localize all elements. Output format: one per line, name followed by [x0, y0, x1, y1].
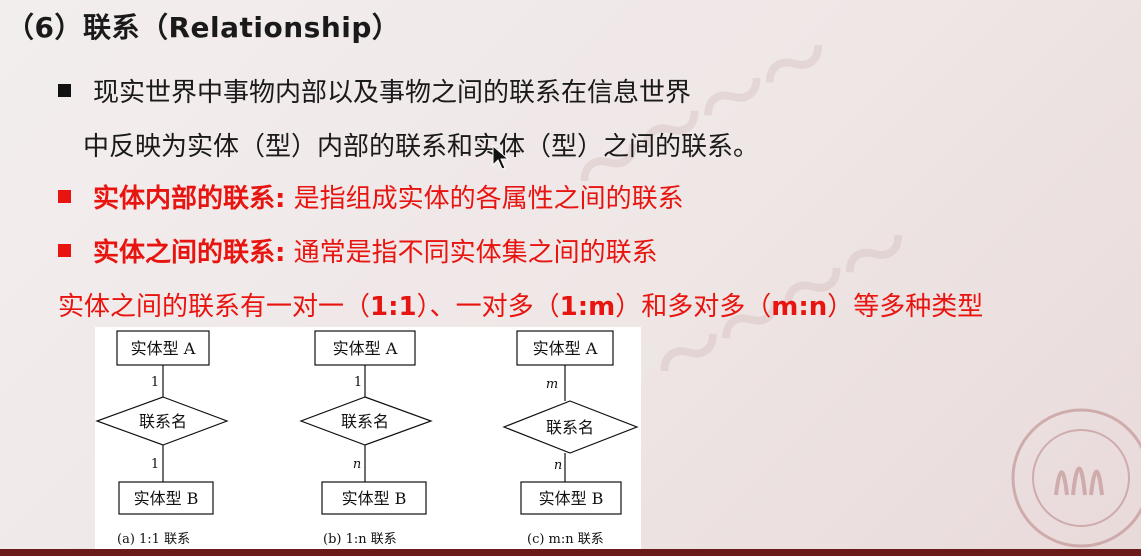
- bullet-2-text: 是指组成实体的各属性之间的联系: [285, 184, 684, 214]
- cardinality-bottom: n: [554, 458, 562, 473]
- cardinality-bottom: n: [353, 457, 361, 472]
- diagram-a: 实体型 A 1 联系名 1 实体型 B: [95, 330, 229, 515]
- ratio-many-to-many: m:n: [771, 292, 828, 322]
- ratio-one-to-one: 1:1: [370, 292, 417, 322]
- er-diagrams-svg: 实体型 A 1 联系名 1 实体型 B 实体型 A 1 联系名 n 实体型 B: [95, 330, 639, 515]
- entity-b-label: 实体型 B: [539, 489, 604, 508]
- cardinality-top: 1: [354, 375, 362, 390]
- red-square-bullet-icon: [58, 190, 71, 203]
- entity-b-label: 实体型 B: [342, 489, 407, 508]
- relationship-label: 联系名: [341, 412, 389, 431]
- bullet-3: 实体之间的联系: 通常是指不同实体集之间的联系: [58, 232, 658, 269]
- bullet-2: 实体内部的联系: 是指组成实体的各属性之间的联系: [58, 178, 684, 215]
- bullet-3-term: 实体之间的联系:: [93, 238, 286, 268]
- university-seal-icon: [1011, 408, 1141, 548]
- entity-a-label: 实体型 A: [131, 339, 196, 358]
- mouse-pointer-icon: [492, 145, 510, 170]
- bullet-1-line-2: 中反映为实体（型）内部的联系和实体（型）之间的联系。: [83, 132, 760, 162]
- slide-title: （6）联系（Relationship）: [6, 11, 401, 44]
- ratio-one-to-many: 1:m: [559, 292, 616, 322]
- bullet-2-term: 实体内部的联系:: [93, 184, 286, 214]
- bottom-bar: [0, 549, 1141, 556]
- er-diagram-figure: 实体型 A 1 联系名 1 实体型 B 实体型 A 1 联系名 n 实体型 B: [95, 327, 641, 556]
- diagram-c: 实体型 A m 联系名 n 实体型 B: [502, 330, 639, 515]
- cardinality-top: 1: [151, 375, 159, 390]
- entity-b-label: 实体型 B: [134, 489, 199, 508]
- relationship-label: 联系名: [139, 412, 187, 431]
- diagram-b: 实体型 A 1 联系名 n 实体型 B: [299, 330, 433, 515]
- black-square-bullet-icon: [58, 84, 71, 97]
- bullet-3-text: 通常是指不同实体集之间的联系: [285, 238, 658, 268]
- caption-b: (b) 1:n 联系: [323, 532, 397, 547]
- cardinality-top: m: [546, 377, 558, 392]
- relationship-label: 联系名: [546, 418, 594, 437]
- caption-c: (c) m:n 联系: [527, 532, 604, 547]
- red-square-bullet-icon: [58, 244, 71, 257]
- entity-a-label: 实体型 A: [533, 339, 598, 358]
- entity-a-label: 实体型 A: [333, 339, 398, 358]
- cardinality-bottom: 1: [151, 457, 159, 472]
- caption-a: (a) 1:1 联系: [117, 532, 191, 547]
- relationship-types-line: 实体之间的联系有一对一（1:1）、一对多（1:m）和多对多（m:n）等多种类型: [58, 292, 984, 322]
- bullet-1-line-1: 现实世界中事物内部以及事物之间的联系在信息世界: [58, 72, 691, 109]
